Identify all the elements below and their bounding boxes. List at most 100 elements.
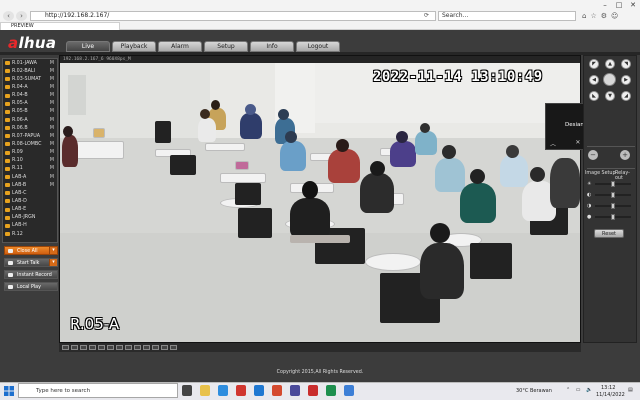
arrow-down-left-icon[interactable]: ◣ — [589, 91, 599, 101]
channel-item[interactable]: R.07-PAPUA M — [3, 132, 57, 140]
weather-status[interactable]: 30°C Berawan — [516, 388, 552, 394]
saturation-slider[interactable]: ◑ — [587, 202, 631, 210]
windows-start-icon[interactable] — [2, 384, 16, 398]
task-view-icon[interactable] — [182, 385, 192, 396]
browser-tab[interactable]: PREVIEW — [0, 22, 120, 30]
channel-item[interactable]: R.04-B M — [3, 92, 57, 100]
grid-icon[interactable] — [170, 345, 177, 350]
fullscreen-icon[interactable] — [80, 345, 87, 350]
close-icon[interactable]: ✕ — [626, 0, 640, 10]
tray-icons[interactable]: ⌃ ▭ 🔈 — [566, 387, 594, 393]
image-setup-tab[interactable]: Image Setup — [585, 171, 616, 176]
gear-icon[interactable]: ⚙ — [601, 11, 607, 21]
browser-search-input[interactable]: Search... — [438, 11, 576, 21]
tab-logout[interactable]: Logout — [296, 41, 340, 52]
minimize-icon[interactable]: – — [598, 0, 612, 10]
channel-item[interactable]: R.01-JAWA M — [3, 59, 57, 67]
arrow-up-left-icon[interactable]: ◤ — [589, 59, 599, 69]
expand-icon[interactable]: ︿ — [550, 139, 556, 148]
hue-slider[interactable]: ● — [587, 213, 631, 221]
store-icon[interactable] — [236, 385, 246, 396]
file-explorer-icon[interactable] — [200, 385, 210, 396]
app-icon[interactable] — [308, 385, 318, 396]
chrome-icon[interactable] — [272, 385, 282, 396]
grid-icon[interactable] — [98, 345, 105, 350]
channel-item[interactable]: LAB-E — [3, 206, 57, 214]
channel-item[interactable]: R.12 — [3, 230, 57, 238]
zoom-out-icon[interactable]: − — [588, 150, 598, 160]
brightness-slider[interactable]: ☀ — [587, 180, 631, 188]
grid-icon[interactable] — [89, 345, 96, 350]
refresh-icon[interactable]: ⟳ — [424, 11, 429, 21]
start-talk-button[interactable]: Start Talk ▾ — [4, 258, 58, 267]
arrow-down-right-icon[interactable]: ◢ — [621, 91, 631, 101]
tab-info[interactable]: Info — [250, 41, 294, 52]
channel-item[interactable]: R.06.B M — [3, 124, 57, 132]
channel-item[interactable]: R.06-A M — [3, 116, 57, 124]
grid-icon[interactable] — [116, 345, 123, 350]
grid-icon[interactable] — [125, 345, 132, 350]
contrast-icon: ◐ — [587, 191, 592, 198]
clock-date[interactable]: 11/14/2022 — [596, 392, 625, 398]
address-bar[interactable]: http://192.168.2.167/ — [30, 11, 436, 21]
channel-item[interactable]: LAB-B M — [3, 181, 57, 189]
chevron-down-icon[interactable]: ▾ — [49, 247, 57, 254]
star-icon[interactable]: ☆ — [590, 11, 596, 21]
close-all-button[interactable]: Close All ▾ — [4, 246, 58, 255]
clock-time[interactable]: 13:12 — [601, 385, 615, 391]
ie-icon[interactable] — [344, 385, 354, 396]
arrow-down-icon[interactable]: ▼ — [605, 91, 615, 101]
grid-icon[interactable] — [152, 345, 159, 350]
taskbar-search-input[interactable]: Type here to search — [18, 383, 178, 398]
channel-item[interactable]: R.09 M — [3, 149, 57, 157]
reset-button[interactable]: Reset — [594, 229, 624, 238]
channel-item[interactable]: LAB-A M — [3, 173, 57, 181]
tab-setup[interactable]: Setup — [204, 41, 248, 52]
grid-icon[interactable] — [161, 345, 168, 350]
contrast-slider[interactable]: ◐ — [587, 191, 631, 199]
channel-item[interactable]: R.04-A M — [3, 83, 57, 91]
back-icon[interactable]: ‹ — [3, 11, 14, 21]
app-icon[interactable] — [290, 385, 300, 396]
channel-item[interactable]: R.11 M — [3, 165, 57, 173]
notifications-icon[interactable]: ▤ — [628, 387, 633, 393]
arrow-up-right-icon[interactable]: ◥ — [621, 59, 631, 69]
arrow-up-icon[interactable]: ▲ — [605, 59, 615, 69]
instant-record-button[interactable]: Instant Record — [4, 270, 58, 279]
forward-icon[interactable]: › — [16, 11, 27, 21]
channel-item[interactable]: R.03-SUMAT M — [3, 75, 57, 83]
channel-item[interactable]: LAB-C — [3, 189, 57, 197]
mail-icon[interactable] — [254, 385, 264, 396]
channel-item[interactable]: R.02-BALI M — [3, 67, 57, 75]
ptz-center-icon[interactable] — [603, 73, 616, 86]
channel-item[interactable]: R.08-LOMBC M — [3, 140, 57, 148]
tab-live[interactable]: Live — [66, 41, 110, 52]
channel-item[interactable]: LAB-D — [3, 197, 57, 205]
grid-icon[interactable] — [143, 345, 150, 350]
channel-item[interactable]: R.05-A M — [3, 100, 57, 108]
arrow-left-icon[interactable]: ◀ — [589, 75, 599, 85]
tab-playback[interactable]: Playback — [112, 41, 156, 52]
layout-icon[interactable] — [71, 345, 78, 350]
channel-item[interactable]: R.05-B M — [3, 108, 57, 116]
camera-feed[interactable]: 2022-11-14 13:10:49 R.05-A — [60, 63, 580, 342]
tab-alarm[interactable]: Alarm — [158, 41, 202, 52]
chevron-down-icon[interactable]: ▾ — [49, 259, 57, 266]
channel-item[interactable]: R.10 M — [3, 157, 57, 165]
edge-icon[interactable] — [218, 385, 228, 396]
grid-icon[interactable] — [134, 345, 141, 350]
local-play-button[interactable]: Local Play — [4, 282, 58, 291]
home-icon[interactable]: ⌂ — [582, 11, 586, 21]
phone-icon — [8, 261, 13, 265]
channel-item[interactable]: LAB-H — [3, 222, 57, 230]
arrow-right-icon[interactable]: ▶ — [621, 75, 631, 85]
maximize-icon[interactable]: □ — [612, 0, 626, 10]
zoom-in-icon[interactable]: + — [620, 150, 630, 160]
channel-item[interactable]: LAB-JRGN — [3, 214, 57, 222]
layout-icon[interactable] — [62, 345, 69, 350]
mute-icon[interactable]: ✕ — [575, 139, 580, 148]
app-icon[interactable] — [326, 385, 336, 396]
grid-icon[interactable] — [107, 345, 114, 350]
smiley-icon[interactable]: ☺ — [611, 11, 618, 21]
camera-icon — [5, 109, 10, 114]
